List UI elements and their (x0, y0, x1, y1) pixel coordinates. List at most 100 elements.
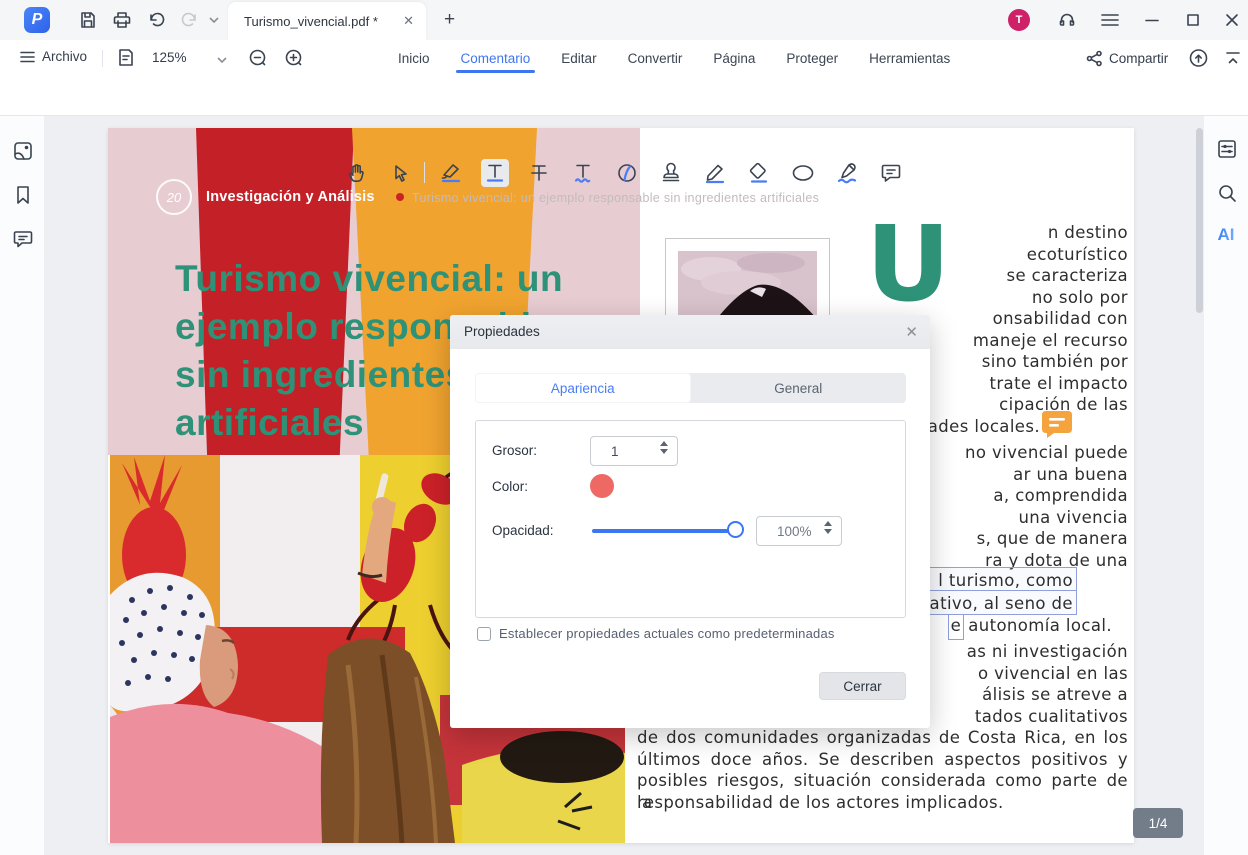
save-icon[interactable] (76, 8, 100, 32)
tab-editar[interactable]: Editar (559, 42, 598, 75)
collapse-toolbar-icon[interactable] (1225, 50, 1241, 66)
compartir-label[interactable]: Compartir (1109, 51, 1168, 66)
set-default-checkbox-label: Establecer propiedades actuales como pre… (499, 626, 835, 641)
stepper-up-icon[interactable] (660, 441, 668, 446)
archivo-label: Archivo (42, 49, 87, 64)
dropdown-caret-icon[interactable] (202, 8, 226, 32)
zoom-level-value[interactable]: 125% (152, 50, 187, 65)
body-text-line: sino también por (982, 351, 1128, 373)
thumbnails-icon[interactable] (10, 138, 36, 164)
article-title-line: Turismo vivencial: un (175, 255, 645, 303)
body-text-line: maneje el recurso (973, 330, 1128, 352)
eraser-tool-icon[interactable] (745, 159, 773, 187)
vertical-scrollbar[interactable] (1196, 128, 1203, 313)
body-text-line: álisis se atreve a (982, 684, 1128, 706)
body-text-line: no solo por (1032, 287, 1128, 309)
right-sidebar: AI (1204, 116, 1248, 855)
set-default-checkbox[interactable] (477, 627, 491, 641)
squiggly-tool-icon[interactable] (569, 159, 597, 187)
comment-tool-icon[interactable] (877, 159, 905, 187)
stepper-up-icon[interactable] (824, 521, 832, 526)
grosor-stepper[interactable]: 1 (590, 436, 678, 466)
comments-icon[interactable] (10, 226, 36, 252)
print-icon[interactable] (110, 8, 134, 32)
page-view-icon[interactable] (114, 46, 138, 70)
ai-label: AI (1218, 225, 1235, 245)
body-text-line: s, que de manera (977, 528, 1128, 550)
tab-inicio[interactable]: Inicio (396, 42, 432, 75)
dialog-header[interactable]: Propiedades ✕ (450, 315, 930, 349)
opacity-stepper[interactable]: 100% (756, 516, 842, 546)
tab-proteger[interactable]: Proteger (784, 42, 840, 75)
avatar[interactable]: T (1008, 9, 1030, 31)
share-icon[interactable] (1086, 50, 1103, 67)
page-number-circle: 20 (156, 179, 192, 215)
ribbon-tabs: Inicio Comentario Editar Convertir Págin… (396, 40, 952, 76)
sticky-comment-icon[interactable] (1042, 410, 1072, 438)
color-swatch[interactable] (590, 474, 614, 498)
undo-icon[interactable] (144, 8, 168, 32)
divider (424, 162, 425, 183)
zoom-dropdown-caret-icon[interactable] (210, 48, 234, 72)
area-highlight-tool-icon[interactable] (613, 159, 641, 187)
pencil-tool-icon[interactable] (701, 159, 729, 187)
close-window-icon[interactable] (1220, 8, 1244, 32)
zoom-out-icon[interactable] (246, 46, 270, 70)
opacity-slider-track[interactable] (592, 529, 742, 533)
zoom-in-icon[interactable] (282, 46, 306, 70)
annotation-toolbar (0, 76, 1248, 116)
body-text-line: onsabilidad con (993, 308, 1128, 330)
signature-tool-icon[interactable] (833, 159, 861, 187)
tab-apariencia[interactable]: Apariencia (475, 373, 691, 403)
strikethrough-tool-icon[interactable] (525, 159, 553, 187)
stepper-down-icon[interactable] (824, 529, 832, 534)
body-text-line: o vivencial en las (978, 663, 1128, 685)
cerrar-button[interactable]: Cerrar (819, 672, 906, 700)
body-text-line: ar una buena (1013, 464, 1128, 486)
left-sidebar (0, 116, 44, 855)
document-tab[interactable]: Turismo_vivencial.pdf * ✕ (228, 2, 426, 40)
bookmarks-icon[interactable] (10, 182, 36, 208)
ai-icon[interactable]: AI (1213, 222, 1239, 248)
body-text-fragment: autonomía local. (968, 616, 1112, 635)
tab-pagina[interactable]: Página (711, 42, 757, 75)
tab-herramientas[interactable]: Herramientas (867, 42, 952, 75)
search-icon[interactable] (1214, 180, 1240, 206)
page-indicator-label: 1/4 (1149, 816, 1168, 831)
properties-panel-icon[interactable] (1214, 136, 1240, 162)
new-tab-icon[interactable]: + (444, 9, 455, 31)
opacity-value: 100% (777, 524, 812, 539)
stamp-tool-icon[interactable] (657, 159, 685, 187)
header-bullet-dot (396, 193, 404, 201)
hand-tool-icon[interactable] (343, 159, 371, 187)
underline-tool-icon[interactable] (481, 159, 509, 187)
stepper-down-icon[interactable] (660, 449, 668, 454)
body-text-line: no vivencial puede (965, 442, 1128, 464)
app-logo[interactable]: P (24, 7, 50, 33)
close-tab-icon[interactable]: ✕ (403, 13, 414, 29)
pdf-editor-app: 20 Investigación y Análisis Turismo vive… (0, 0, 1248, 855)
cloud-upload-icon[interactable] (1188, 49, 1209, 67)
body-text-line: últimos doce años. Se describen aspectos… (637, 749, 1128, 771)
dialog-close-icon[interactable]: ✕ (905, 323, 918, 341)
select-tool-icon[interactable] (387, 159, 415, 187)
page-indicator-badge[interactable]: 1/4 (1133, 808, 1183, 838)
maximize-icon[interactable] (1181, 8, 1205, 32)
hamburger-icon[interactable] (1098, 8, 1122, 32)
headset-icon[interactable] (1055, 8, 1079, 32)
tab-convertir[interactable]: Convertir (626, 42, 685, 75)
underline-annotation-selection[interactable]: e (948, 614, 965, 640)
body-text-line: se caracteriza (1006, 265, 1128, 287)
minimize-icon[interactable] (1140, 8, 1164, 32)
dropcap: U (866, 224, 950, 304)
opacity-slider-thumb[interactable] (727, 521, 744, 538)
tab-comentario[interactable]: Comentario (459, 42, 533, 75)
redo-icon[interactable] (178, 8, 202, 32)
highlight-tool-icon[interactable] (437, 159, 465, 187)
body-text-line: responsabilidad de los actores implicado… (637, 792, 1004, 814)
shape-oval-tool-icon[interactable] (789, 159, 817, 187)
dialog-title: Propiedades (464, 324, 540, 339)
tab-general[interactable]: General (691, 373, 907, 403)
body-text-line: trate el impacto (990, 373, 1129, 395)
archivo-menu[interactable]: Archivo (20, 49, 87, 64)
